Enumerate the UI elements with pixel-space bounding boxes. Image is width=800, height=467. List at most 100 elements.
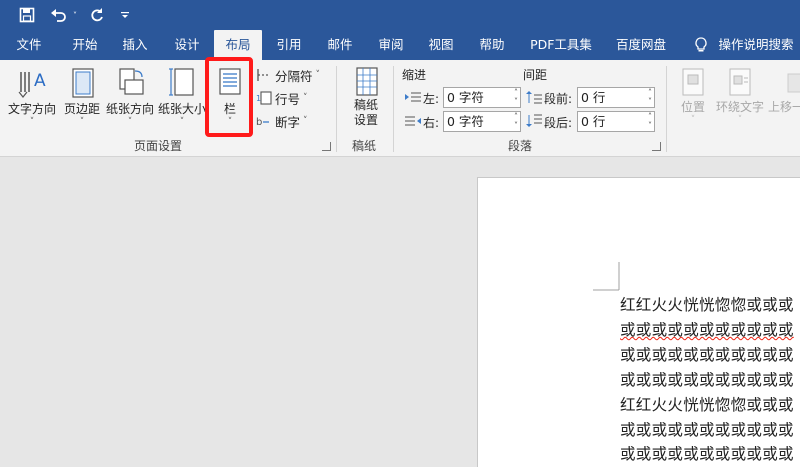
tab-layout[interactable]: 布局 bbox=[214, 30, 262, 60]
document-line: 或或或或或或或或或或或 bbox=[620, 418, 794, 440]
chevron-down-icon: ˅ bbox=[303, 116, 308, 126]
columns-highlight-box bbox=[205, 57, 253, 137]
document-line-text: 或或或或或或或或或或或 bbox=[620, 371, 794, 389]
orientation-label: 纸张方向 bbox=[105, 102, 154, 116]
tab-pdf-tools[interactable]: PDF工具集 bbox=[524, 30, 598, 60]
text-direction-icon: A bbox=[18, 71, 46, 98]
tab-file[interactable]: 文件 bbox=[6, 30, 52, 60]
text-direction-button[interactable]: A 文字方向 ˅ bbox=[4, 66, 60, 127]
ribbon-body: A 文字方向 ˅ 页边距 ˅ 纸张方向 ˅ 纸张大小 ˅ 栏 ˅ 分隔符 ˅ 1… bbox=[0, 60, 800, 157]
paper-size-icon bbox=[169, 68, 194, 96]
spacing-after-value: 0 行 bbox=[581, 114, 606, 129]
hyphenation-icon: b bbox=[256, 117, 269, 128]
manuscript-icon bbox=[356, 67, 378, 96]
document-line-text: 或或或或或或或或或或或 bbox=[620, 445, 794, 463]
spinner-arrows-icon[interactable]: ˄ ˅ bbox=[514, 112, 518, 130]
indent-right-value: 0 字符 bbox=[447, 114, 484, 129]
wrap-text-icon bbox=[729, 68, 751, 96]
text-direction-label: 文字方向 bbox=[7, 102, 56, 116]
tab-baidu-netdisk[interactable]: 百度网盘 bbox=[608, 30, 674, 60]
orientation-button[interactable]: 纸张方向 ˅ bbox=[104, 66, 156, 127]
hyphenation-label: 断字 bbox=[275, 114, 301, 130]
breaks-label: 分隔符 bbox=[275, 68, 313, 84]
chevron-down-icon: ˅ bbox=[79, 117, 85, 127]
lightbulb-icon[interactable] bbox=[690, 30, 712, 60]
tab-design[interactable]: 设计 bbox=[164, 30, 210, 60]
spacing-before-value: 0 行 bbox=[581, 90, 606, 105]
position-icon bbox=[682, 68, 704, 96]
spacing-after-input[interactable]: 0 行 ˄ ˅ bbox=[577, 111, 655, 132]
line-numbers-button[interactable]: 1 行号 ˅ bbox=[256, 88, 308, 108]
wrap-text-button[interactable]: 环绕文字 ˅ bbox=[714, 66, 766, 125]
breaks-button[interactable]: 分隔符 ˅ bbox=[256, 65, 320, 85]
chevron-down-icon: ˅ bbox=[303, 93, 308, 103]
document-line-text: 或或或或或或或或或或或 bbox=[620, 421, 794, 439]
size-label: 纸张大小 bbox=[157, 102, 206, 116]
chevron-down-icon: ˅ bbox=[127, 117, 133, 127]
tab-view[interactable]: 视图 bbox=[418, 30, 464, 60]
chevron-down-icon: ˅ bbox=[29, 117, 35, 127]
tab-insert[interactable]: 插入 bbox=[112, 30, 158, 60]
tab-mailings[interactable]: 邮件 bbox=[317, 30, 363, 60]
size-button[interactable]: 纸张大小 ˅ bbox=[156, 66, 208, 127]
svg-text:b: b bbox=[256, 117, 262, 128]
page-setup-launcher-icon[interactable] bbox=[322, 142, 331, 151]
spacing-after-icon bbox=[526, 114, 542, 127]
tab-home[interactable]: 开始 bbox=[60, 30, 110, 60]
margins-button[interactable]: 页边距 ˅ bbox=[60, 66, 104, 127]
margins-label: 页边距 bbox=[63, 102, 100, 116]
document-line-text: 或或或或或或或或或或或 bbox=[620, 346, 794, 364]
spacing-after-label: 段后: bbox=[544, 116, 573, 130]
wrap-text-label: 环绕文字 bbox=[715, 100, 764, 114]
indent-right-icon bbox=[405, 116, 421, 126]
tab-help[interactable]: 帮助 bbox=[469, 30, 515, 60]
indent-left-icon bbox=[405, 92, 421, 102]
line-numbers-icon: 1 bbox=[256, 91, 272, 105]
undo-icon[interactable] bbox=[48, 4, 70, 26]
spacing-before-icon bbox=[526, 91, 542, 104]
paragraph-launcher-icon[interactable] bbox=[652, 142, 661, 151]
chevron-down-icon: ˅ bbox=[737, 115, 743, 125]
chevron-down-icon: ˅ bbox=[315, 70, 321, 80]
save-icon[interactable] bbox=[16, 4, 38, 26]
manuscript-label-1: 稿纸 bbox=[353, 98, 378, 112]
group-divider bbox=[666, 66, 667, 152]
spacing-before-label: 段前: bbox=[544, 92, 573, 106]
customize-toolbar-icon[interactable] bbox=[118, 4, 132, 26]
paragraph-group-label: 段落 bbox=[508, 139, 533, 153]
document-line: 红红火火恍恍惚惚或或或 bbox=[620, 293, 794, 315]
undo-dropdown-icon[interactable]: ˅ bbox=[70, 4, 80, 26]
document-line-text: 或或或或或或或或或或或 bbox=[620, 321, 794, 339]
tab-review[interactable]: 审阅 bbox=[368, 30, 414, 60]
bring-forward-button[interactable]: 上移一 bbox=[768, 66, 800, 115]
chevron-down-icon: ˅ bbox=[179, 117, 185, 127]
margins-icon bbox=[72, 68, 94, 98]
bring-forward-label: 上移一 bbox=[768, 100, 800, 114]
document-line: 红红火火恍恍惚惚或或或 bbox=[620, 393, 794, 415]
spinner-arrows-icon[interactable]: ˄ ˅ bbox=[648, 88, 652, 106]
indent-right-input[interactable]: 0 字符 ˄ ˅ bbox=[443, 111, 521, 132]
margin-corner-mark bbox=[593, 262, 620, 291]
spacing-before-input[interactable]: 0 行 ˄ ˅ bbox=[577, 87, 655, 108]
redo-icon[interactable] bbox=[86, 4, 108, 26]
hyphenation-button[interactable]: b 断字 ˅ bbox=[256, 111, 308, 131]
position-button[interactable]: 位置 ˅ bbox=[674, 66, 712, 125]
indent-left-input[interactable]: 0 字符 ˄ ˅ bbox=[443, 87, 521, 108]
line-numbers-label: 行号 bbox=[275, 91, 301, 107]
chevron-down-icon: ˅ bbox=[690, 115, 696, 125]
orientation-icon bbox=[119, 68, 144, 95]
manuscript-group-label: 稿纸 bbox=[352, 139, 377, 153]
tab-references[interactable]: 引用 bbox=[266, 30, 312, 60]
spinner-arrows-icon[interactable]: ˄ ˅ bbox=[514, 88, 518, 106]
svg-text:1: 1 bbox=[256, 94, 261, 103]
manuscript-settings-button[interactable]: 稿纸 设置 bbox=[345, 66, 387, 128]
document-line-text: 红红火火恍恍惚惚或或或 bbox=[620, 296, 794, 314]
indent-title: 缩进 bbox=[402, 68, 427, 82]
spacing-title: 间距 bbox=[523, 68, 548, 82]
spinner-arrows-icon[interactable]: ˄ ˅ bbox=[648, 112, 652, 130]
title-bar: ˅ bbox=[0, 0, 800, 30]
tell-me-search[interactable]: 操作说明搜索 bbox=[714, 30, 798, 60]
position-label: 位置 bbox=[680, 100, 705, 114]
group-divider bbox=[336, 66, 337, 152]
document-line: 或或或或或或或或或或或 bbox=[620, 343, 794, 365]
